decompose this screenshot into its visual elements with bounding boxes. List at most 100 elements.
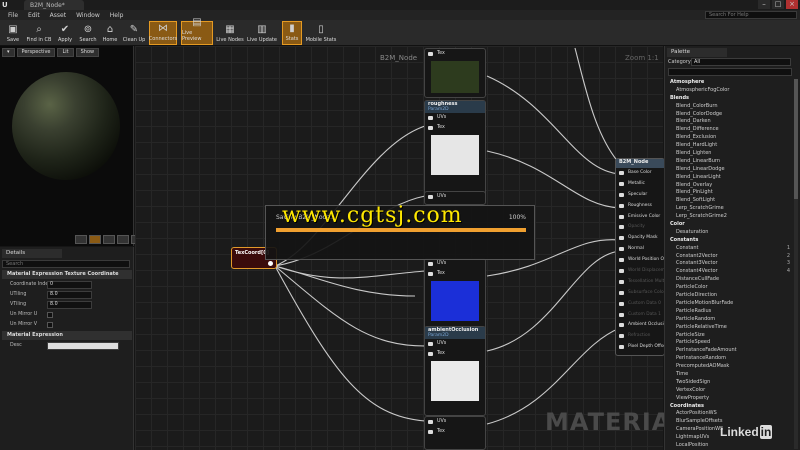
cylinder-icon[interactable] bbox=[75, 235, 87, 244]
palette-tab[interactable]: Palette bbox=[667, 48, 727, 57]
palette-category[interactable]: Atmosphere bbox=[668, 79, 792, 87]
help-search-input[interactable]: Search For Help bbox=[705, 11, 797, 19]
b2m-input-pin[interactable]: Opacity Mask bbox=[616, 233, 664, 244]
clean-up-button[interactable]: ✎ Clean Up bbox=[122, 21, 146, 45]
palette-item[interactable]: ParticleRandom bbox=[668, 316, 792, 324]
b2m-input-pin[interactable]: Subsurface Color bbox=[616, 288, 664, 299]
utiling-field[interactable]: 8.0 bbox=[47, 291, 92, 299]
palette-item[interactable]: Blend_Darken bbox=[668, 118, 792, 126]
minimize-button[interactable]: – bbox=[758, 0, 770, 9]
palette-item[interactable]: Constant3Vector 3 bbox=[668, 260, 792, 268]
details-tab[interactable]: Details bbox=[2, 249, 62, 258]
ao-tex-pin[interactable]: Tex bbox=[425, 349, 485, 359]
lit-button[interactable]: Lit bbox=[57, 48, 74, 57]
un-mirror-v-checkbox[interactable] bbox=[47, 322, 53, 328]
b2m-input-pin[interactable]: Emissive Color bbox=[616, 212, 664, 223]
normal-uvs-pin[interactable]: UVs bbox=[425, 259, 485, 269]
texcoord-output-pin[interactable] bbox=[268, 261, 273, 266]
desc-field[interactable] bbox=[47, 342, 119, 350]
palette-item[interactable]: Blend_ColorDodge bbox=[668, 111, 792, 119]
perspective-button[interactable]: Perspective bbox=[16, 48, 56, 57]
b2m-input-pin[interactable]: Base Color bbox=[616, 168, 664, 179]
b2m-input-pin[interactable]: World Position Offset bbox=[616, 255, 664, 266]
search-button[interactable]: ⊚ Search bbox=[78, 21, 98, 45]
close-button[interactable]: × bbox=[786, 0, 798, 9]
b2m-input-pin[interactable]: Roughness bbox=[616, 201, 664, 212]
plane-icon[interactable] bbox=[103, 235, 115, 244]
b2m-input-pin[interactable]: Custom Data 1 bbox=[616, 310, 664, 321]
palette-category[interactable]: Blends bbox=[668, 95, 792, 103]
palette-item[interactable]: Constant 1 bbox=[668, 245, 792, 253]
bottom-tex-pin[interactable]: Tex bbox=[425, 427, 485, 437]
palette-item[interactable]: Time bbox=[668, 371, 792, 379]
b2m-input-pin[interactable]: Pixel Depth Offset bbox=[616, 342, 664, 353]
menu-edit[interactable]: Edit bbox=[28, 12, 40, 19]
coordinate-index-field[interactable]: 0 bbox=[47, 281, 92, 289]
menu-file[interactable]: File bbox=[8, 12, 18, 19]
palette-item[interactable]: Blend_Lighten bbox=[668, 150, 792, 158]
palette-item[interactable]: ParticleSize bbox=[668, 332, 792, 340]
category-dropdown[interactable]: All bbox=[691, 58, 791, 66]
ao-uvs-pin[interactable]: UVs bbox=[425, 339, 485, 349]
palette-item[interactable]: Blend_SoftLight bbox=[668, 197, 792, 205]
stats-button[interactable]: ▮ Stats bbox=[282, 21, 302, 45]
menu-window[interactable]: Window bbox=[76, 12, 100, 19]
palette-item[interactable]: Blend_LinearDodge bbox=[668, 166, 792, 174]
palette-item[interactable]: Blend_LinearLight bbox=[668, 174, 792, 182]
un-mirror-u-checkbox[interactable] bbox=[47, 312, 53, 318]
b2m-input-pin[interactable]: Metallic bbox=[616, 179, 664, 190]
b2m-input-pin[interactable]: Opacity bbox=[616, 222, 664, 233]
bottom-uvs-pin[interactable]: UVs bbox=[425, 417, 485, 427]
b2m-input-pin[interactable]: Specular bbox=[616, 190, 664, 201]
home-button[interactable]: ⌂ Home bbox=[101, 21, 119, 45]
palette-item[interactable]: Lerp_ScratchGrime bbox=[668, 205, 792, 213]
b2m-input-pin[interactable]: Custom Data 0 bbox=[616, 299, 664, 310]
palette-category[interactable]: Color bbox=[668, 221, 792, 229]
roughness-tex-pin[interactable]: Tex bbox=[425, 123, 485, 133]
b2m-input-pin[interactable]: Tessellation Multiplier bbox=[616, 277, 664, 288]
find-in-cb-button[interactable]: ⌕ Find in CB bbox=[25, 21, 53, 45]
palette-item[interactable]: ParticleRelativeTime bbox=[668, 324, 792, 332]
b2m-input-pin[interactable]: World Displacement bbox=[616, 266, 664, 277]
texture-coordinate-section[interactable]: Material Expression Texture Coordinate bbox=[2, 270, 132, 279]
palette-item[interactable]: Constant4Vector 4 bbox=[668, 268, 792, 276]
palette-item[interactable]: Lerp_ScratchGrime2 bbox=[668, 213, 792, 221]
material-expression-section[interactable]: Material Expression bbox=[2, 331, 132, 340]
mobile-stats-button[interactable]: ▯ Mobile Stats bbox=[305, 21, 337, 45]
palette-item[interactable]: Blend_PinLight bbox=[668, 189, 792, 197]
palette-item[interactable]: ViewProperty bbox=[668, 395, 792, 403]
menu-asset[interactable]: Asset bbox=[50, 12, 66, 19]
connectors-button[interactable]: ⋈ Connectors bbox=[149, 21, 177, 45]
ambient-occlusion-texture-node[interactable]: ambientOcclusion Param2D UVs Tex bbox=[424, 326, 486, 416]
palette-item[interactable]: Blend_Difference bbox=[668, 126, 792, 134]
palette-scroll-thumb[interactable] bbox=[794, 79, 798, 199]
palette-category[interactable]: Coordinates bbox=[668, 403, 792, 411]
texture-node-bottom[interactable]: UVs Tex bbox=[424, 416, 486, 450]
apply-button[interactable]: ✔ Apply bbox=[56, 21, 74, 45]
roughness-texture-node[interactable]: roughness Param2D UVs Tex bbox=[424, 100, 486, 200]
sphere-icon[interactable] bbox=[89, 235, 101, 244]
texture-node-top[interactable]: Tex bbox=[424, 48, 486, 98]
palette-item[interactable]: PerInstanceRandom bbox=[668, 355, 792, 363]
cube-icon[interactable] bbox=[117, 235, 129, 244]
palette-item[interactable]: ParticleSpeed bbox=[668, 339, 792, 347]
b2m-input-pin[interactable]: Normal bbox=[616, 244, 664, 255]
b2m-input-pin[interactable]: Refraction bbox=[616, 331, 664, 342]
palette-item[interactable]: TwoSidedSign bbox=[668, 379, 792, 387]
b2m-input-pin[interactable]: Ambient Occlusion bbox=[616, 320, 664, 331]
viewport-menu-button[interactable]: ▾ bbox=[2, 48, 15, 57]
palette-item[interactable]: Blend_LinearBurn bbox=[668, 158, 792, 166]
palette-item[interactable]: Desaturation bbox=[668, 229, 792, 237]
palette-item[interactable]: Constant2Vector 2 bbox=[668, 253, 792, 261]
palette-item[interactable]: DistanceCullFade bbox=[668, 276, 792, 284]
preview-viewport[interactable]: ▾ Perspective Lit Show bbox=[0, 46, 134, 246]
palette-item[interactable]: ParticleDirection bbox=[668, 292, 792, 300]
live-preview-button[interactable]: ▤ Live Preview bbox=[181, 17, 213, 45]
palette-item[interactable]: PerInstanceFadeAmount bbox=[668, 347, 792, 355]
roughness-uvs-pin[interactable]: UVs bbox=[425, 113, 485, 123]
document-tab[interactable]: B2M_Node* bbox=[24, 0, 84, 10]
show-button[interactable]: Show bbox=[75, 48, 100, 57]
palette-category[interactable]: Constants bbox=[668, 237, 792, 245]
palette-item[interactable]: Blend_Overlay bbox=[668, 182, 792, 190]
b2m-result-node[interactable]: B2M_Node Base Color Metallic Specular Rough… bbox=[615, 158, 665, 356]
